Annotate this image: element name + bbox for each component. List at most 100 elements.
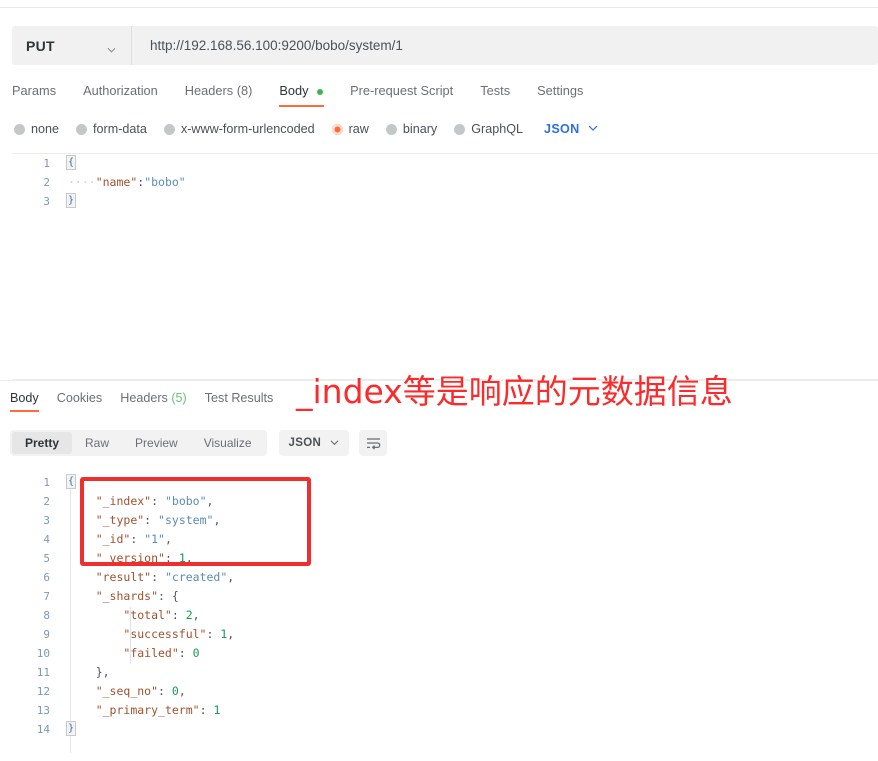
line-number: 3 — [43, 195, 50, 208]
code-text: "_seq_no": 0, — [95, 684, 186, 698]
code-line: 2 ····"name":"bobo" — [12, 173, 878, 192]
tab-headers[interactable]: Headers (8) — [185, 79, 267, 107]
tab-pre-request-script[interactable]: Pre-request Script — [350, 79, 467, 107]
tab-label: Authorization — [83, 83, 158, 98]
line-number: 5 — [43, 552, 50, 565]
radio-x-www-form-urlencoded[interactable]: x-www-form-urlencoded — [163, 122, 315, 136]
code-line: 3 "_type": "system", — [12, 511, 878, 530]
response-body-editor[interactable]: 1 { 2 "_index": "bobo", 3 "_type": "syst… — [12, 473, 878, 761]
word-wrap-icon[interactable] — [359, 430, 388, 456]
request-body-editor[interactable]: 1 { 2 ····"name":"bobo" 3 } — [12, 153, 878, 380]
tab-label: Tests — [480, 83, 511, 98]
tab-label: Pre-request Script — [350, 83, 454, 98]
indent-guide — [130, 607, 131, 664]
tab-tests[interactable]: Tests — [480, 79, 524, 107]
code-text: "result": "created", — [95, 570, 235, 584]
radio-icon — [14, 123, 25, 135]
tab-label: Cookies — [56, 391, 103, 405]
line-number: 6 — [43, 571, 50, 584]
code-text: "_shards": { — [95, 589, 179, 603]
line-number: 2 — [43, 176, 50, 189]
radio-label: binary — [402, 122, 438, 136]
line-number: 2 — [43, 495, 50, 508]
code-text: "_version": 1, — [95, 551, 193, 565]
chevron-down-icon — [107, 41, 116, 53]
line-number: 1 — [43, 157, 50, 170]
fold-widget[interactable]: { — [66, 474, 77, 489]
annotation-note: _index等是响应的元数据信息 — [296, 372, 733, 411]
format-label: JSON — [288, 437, 322, 449]
code-line: 4 "_id": "1", — [12, 530, 878, 549]
code-text: "successful": 1, — [123, 627, 235, 641]
code-line: 11 }, — [12, 663, 878, 682]
code-text: ····"name":"bobo" — [68, 175, 186, 189]
code-line: 9 "successful": 1, — [12, 625, 878, 644]
response-view-mode-group: Pretty Raw Preview Visualize — [10, 430, 267, 456]
radio-label: raw — [348, 122, 369, 136]
tab-label: Test Results — [204, 391, 274, 405]
line-number: 12 — [36, 685, 50, 698]
radio-none[interactable]: none — [14, 122, 59, 136]
tab-body[interactable]: Body — [279, 79, 337, 107]
radio-label: form-data — [93, 122, 147, 136]
gutter-divider — [70, 475, 71, 753]
fold-widget[interactable]: { — [66, 155, 77, 170]
code-line: 12 "_seq_no": 0, — [12, 682, 878, 701]
tab-label: Headers (8) — [184, 83, 253, 98]
line-number: 10 — [36, 647, 50, 660]
radio-icon — [385, 123, 397, 135]
url-text: http://192.168.56.100:9200/bobo/system/1 — [150, 38, 403, 53]
fold-widget[interactable]: } — [66, 193, 77, 208]
response-view-toolbar: Pretty Raw Preview Visualize JSON — [10, 430, 388, 456]
view-mode-preview[interactable]: Preview — [122, 432, 191, 454]
tab-label: Params — [12, 83, 57, 98]
response-tab-cookies[interactable]: Cookies — [57, 391, 103, 412]
chevron-down-icon — [321, 434, 339, 452]
active-tab-underline — [10, 410, 39, 412]
radio-binary[interactable]: binary — [385, 122, 438, 136]
code-line: 8 "total": 2, — [12, 606, 878, 625]
code-text: }, — [95, 665, 110, 679]
view-mode-pretty[interactable]: Pretty — [12, 432, 73, 454]
view-mode-label: Preview — [135, 436, 178, 450]
url-input[interactable]: http://192.168.56.100:9200/bobo/system/1 — [132, 26, 878, 65]
active-tab-underline — [279, 105, 325, 107]
code-text: "_primary_term": 1 — [95, 703, 221, 717]
tab-params[interactable]: Params — [12, 79, 70, 107]
body-modified-dot — [317, 88, 324, 95]
code-text: "failed": 0 — [123, 646, 200, 660]
format-label: JSON — [544, 122, 580, 136]
view-mode-label: Visualize — [203, 436, 252, 450]
radio-icon — [454, 123, 466, 135]
response-format-selector[interactable]: JSON — [278, 430, 350, 456]
response-tab-test-results[interactable]: Test Results — [205, 391, 274, 412]
chevron-down-icon — [580, 120, 598, 138]
line-number: 7 — [43, 590, 50, 603]
request-tabs: Params Authorization Headers (8) Body Pr… — [12, 79, 610, 107]
view-mode-visualize[interactable]: Visualize — [191, 432, 265, 454]
headers-count: (5) — [171, 391, 187, 405]
radio-graphql[interactable]: GraphQL — [454, 122, 523, 136]
tab-settings[interactable]: Settings — [537, 79, 597, 107]
response-tab-headers[interactable]: Headers (5) — [120, 391, 187, 412]
line-number: 3 — [43, 514, 50, 527]
response-tabs: Body Cookies Headers (5) Test Results — [10, 391, 291, 412]
code-line: 14 } — [12, 720, 878, 739]
radio-icon-selected — [331, 123, 343, 135]
radio-form-data[interactable]: form-data — [76, 122, 147, 136]
view-mode-raw[interactable]: Raw — [72, 432, 122, 454]
fold-widget[interactable]: } — [66, 721, 77, 736]
tab-label: Body — [279, 83, 309, 98]
response-tab-body[interactable]: Body — [10, 391, 39, 412]
tab-authorization[interactable]: Authorization — [83, 79, 172, 107]
code-line: 13 "_primary_term": 1 — [12, 701, 878, 720]
body-type-radio-group: none form-data x-www-form-urlencoded raw… — [14, 120, 598, 138]
code-text: "_id": "1", — [95, 532, 172, 546]
request-body-format-selector[interactable]: JSON — [544, 120, 598, 138]
http-method-selector[interactable]: PUT — [12, 26, 132, 65]
tab-label: Headers — [120, 391, 168, 405]
line-number: 14 — [36, 723, 50, 736]
radio-raw[interactable]: raw — [331, 122, 369, 136]
code-line: 10 "failed": 0 — [12, 644, 878, 663]
top-divider — [0, 7, 878, 8]
